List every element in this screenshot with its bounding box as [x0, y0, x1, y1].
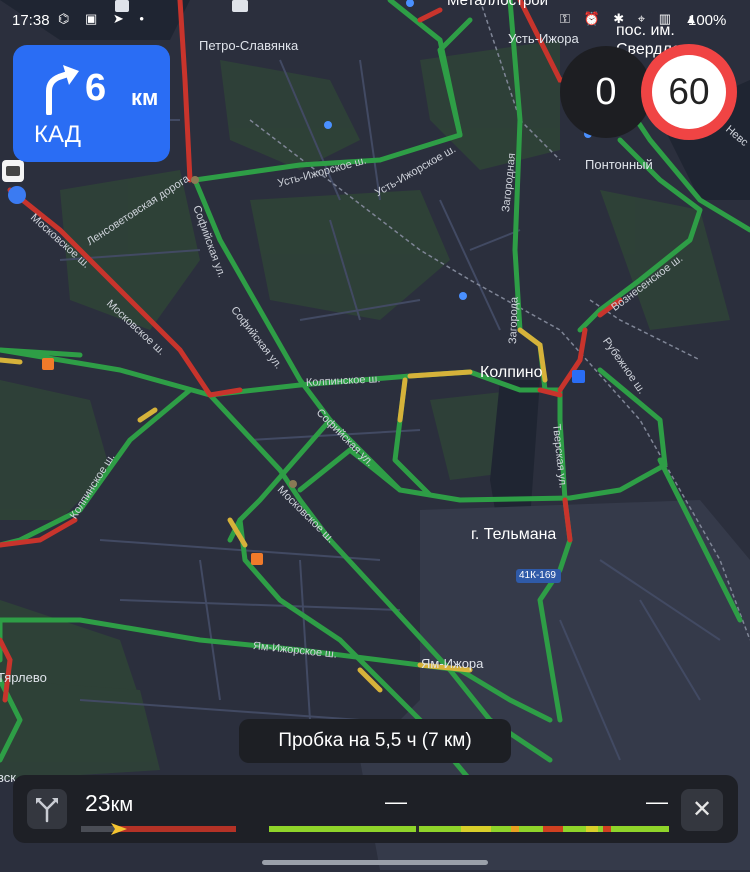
- status-time: 17:38: [12, 12, 50, 29]
- traffic-jam-banner[interactable]: Пробка на 5,5 ч (7 км): [239, 719, 511, 763]
- remaining-distance-unit: км: [110, 794, 134, 816]
- map-label-kolpino: Колпино: [480, 364, 543, 381]
- route-options-button[interactable]: [27, 789, 67, 829]
- speed-limit-sign: 60: [641, 44, 737, 140]
- current-speed: 0: [560, 46, 652, 138]
- speed-limit-value: 60: [652, 55, 726, 129]
- close-route-button[interactable]: ✕: [681, 789, 723, 831]
- map-label-yam-izhora: Ям-Ижора: [421, 656, 484, 671]
- maneuver-road-name: КАД: [34, 121, 82, 148]
- home-indicator[interactable]: [262, 860, 488, 865]
- fork-route-icon: [36, 798, 58, 823]
- status-bar: 17:38 ⌬ ▣ ➤ • ⚿ ⏰ ✱ ⌖ ▥ ▲ 100%: [0, 0, 750, 40]
- maneuver-distance: 6: [85, 67, 107, 109]
- map-shield-41k-169: 41К-169: [519, 570, 556, 581]
- map-label-pontonny: Понтонный: [585, 157, 653, 172]
- remaining-distance: 23км: [85, 790, 133, 817]
- battery-level: 100%: [688, 12, 727, 29]
- route-progress-bar: [81, 823, 669, 835]
- status-system-icons: ⚿ ⏰ ✱ ⌖ ▥ ▲: [560, 11, 703, 26]
- maneuver-card[interactable]: 6 км КАД: [13, 45, 170, 162]
- turn-right-arrow-icon: [46, 65, 79, 115]
- user-location-marker: [2, 160, 26, 204]
- maneuver-unit: км: [131, 85, 159, 110]
- status-notification-icons: ⌬ ▣ ➤ •: [58, 11, 150, 26]
- map-label-petro-slavyanka: Петро-Славянка: [199, 38, 299, 53]
- eta-placeholder: —: [385, 789, 407, 814]
- time-placeholder: —: [646, 789, 668, 814]
- remaining-distance-value: 23: [85, 790, 111, 816]
- map-label-tyarlevo: Тярлево: [0, 670, 47, 685]
- map-label-zagorodnaya-2: Загорода: [507, 296, 521, 345]
- map-label-g-telmana: г. Тельмана: [471, 526, 557, 543]
- route-panel[interactable]: 23км — — ✕: [13, 775, 738, 843]
